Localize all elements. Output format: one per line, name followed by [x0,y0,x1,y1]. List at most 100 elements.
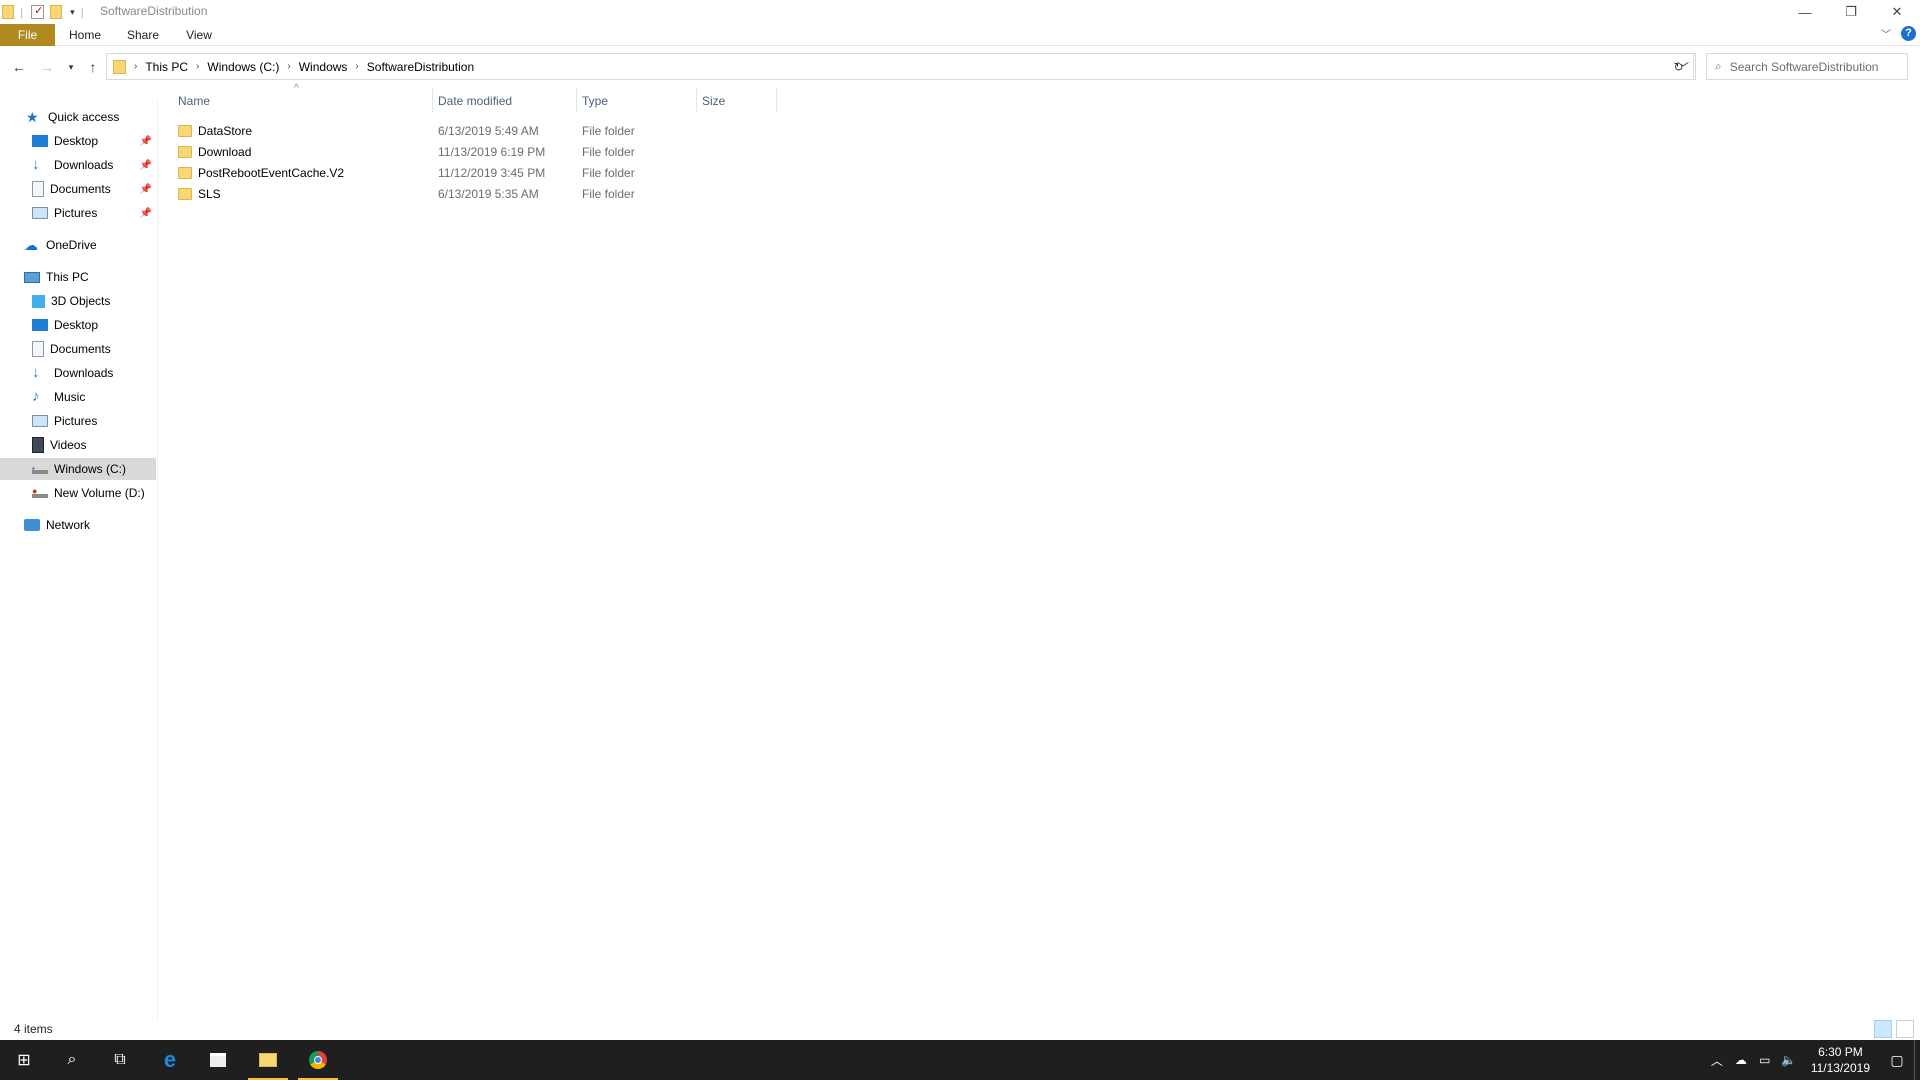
refresh-icon: ↻ [1673,59,1684,74]
customize-qat-icon[interactable]: ▾ [70,7,75,18]
refresh-button[interactable]: ↻ [1664,53,1694,80]
system-tray: ︿ ☁ ▭ 🔈 6:30 PM 11/13/2019 ▢ [1705,1040,1920,1080]
nav-label: Pictures [54,206,98,220]
volume-icon[interactable]: 🔈 [1777,1053,1801,1067]
nav-this-pc[interactable]: This PC [0,266,156,288]
nav-quick-pictures[interactable]: Pictures 📌 [0,202,156,224]
store-button[interactable] [194,1040,242,1080]
chrome-button[interactable] [294,1040,342,1080]
address-bar[interactable]: › This PC › Windows (C:) › Windows › Sof… [106,53,1696,80]
tab-view[interactable]: View [176,24,222,46]
file-type: File folder [582,186,635,201]
nav-network[interactable]: Network [0,514,156,536]
file-row[interactable]: DataStore 6/13/2019 5:49 AM File folder [172,120,772,141]
windows-logo-icon: ⊞ [17,1052,31,1069]
breadcrumb-windows[interactable]: Windows [299,60,348,74]
expand-ribbon-icon[interactable]: ﹀ [1881,26,1891,41]
breadcrumb-separator-icon[interactable]: › [196,61,199,72]
search-icon: ⌕ [67,1051,77,1068]
chrome-icon [309,1051,327,1069]
forward-button[interactable]: → [38,58,56,76]
breadcrumb-separator-icon[interactable]: › [287,61,290,72]
nav-label: Music [54,390,86,404]
nav-label: OneDrive [46,238,97,252]
breadcrumb-this-pc[interactable]: This PC [145,60,188,74]
file-name: PostRebootEventCache.V2 [198,165,345,180]
task-view-button[interactable]: ⧉ [96,1040,144,1080]
new-folder-icon[interactable] [50,5,63,19]
column-header-type[interactable]: Type [576,89,696,113]
tab-file[interactable]: File [0,24,55,46]
back-button[interactable]: ← [10,58,28,76]
nav-music[interactable]: ♪ Music [0,386,156,408]
breadcrumb-windows-c[interactable]: Windows (C:) [207,60,279,74]
breadcrumb-softwaredistribution[interactable]: SoftwareDistribution [367,60,474,74]
file-row[interactable]: SLS 6/13/2019 5:35 AM File folder [172,183,772,204]
nav-label: Documents [50,182,111,196]
onedrive-cloud-icon[interactable]: ☁ [1729,1053,1753,1067]
breadcrumb-separator-icon[interactable]: › [134,61,137,72]
clock-date: 11/13/2019 [1810,1061,1870,1075]
search-button[interactable]: ⌕ [48,1040,96,1080]
pin-icon[interactable]: 📌 [140,184,152,195]
file-row[interactable]: PostRebootEventCache.V2 11/12/2019 3:45 … [172,162,772,183]
breadcrumb-separator-icon[interactable]: › [355,61,358,72]
search-box[interactable]: ⌕ Search SoftwareDistribution [1706,53,1908,80]
nav-label: This PC [46,270,89,284]
folder-icon [178,166,192,179]
start-button[interactable]: ⊞ [0,1040,48,1080]
up-arrow-icon: ↑ [89,59,97,75]
help-icon[interactable]: ? [1901,26,1916,41]
column-header-date[interactable]: Date modified [432,89,576,113]
file-name: DataStore [198,123,253,138]
network-icon[interactable]: ▭ [1753,1053,1777,1067]
nav-desktop[interactable]: Desktop [0,314,156,336]
action-center-icon[interactable]: ▢ [1880,1052,1914,1069]
pin-icon[interactable]: 📌 [140,136,152,147]
nav-label: 3D Objects [51,294,111,308]
nav-downloads[interactable]: ↓ Downloads [0,362,156,384]
nav-new-volume-d[interactable]: ● New Volume (D:) [0,482,156,504]
details-view-button[interactable] [1874,1020,1892,1038]
file-explorer-button[interactable] [244,1040,292,1080]
column-header-name[interactable]: Name [172,89,432,113]
minimize-button[interactable]: — [1782,0,1828,24]
download-arrow-icon: ↓ [32,156,40,173]
up-button[interactable]: ↑ [84,58,102,76]
show-hidden-icons-icon[interactable]: ︿ [1705,1052,1729,1069]
close-button[interactable]: ✕ [1874,0,1920,24]
column-header-size[interactable]: Size [696,89,776,113]
folder-icon [178,124,192,137]
nav-documents[interactable]: Documents [0,338,156,360]
file-row[interactable]: Download 11/13/2019 6:19 PM File folder [172,141,772,162]
nav-quick-documents[interactable]: Documents 📌 [0,178,156,200]
quick-access-toolbar: | ✓ ▾ | [0,0,84,24]
nav-windows-c[interactable]: ▪ Windows (C:) [0,458,156,480]
tab-share[interactable]: Share [120,24,166,46]
nav-quick-downloads[interactable]: ↓ Downloads 📌 [0,154,156,176]
item-count: 4 items [14,1022,53,1036]
navigation-pane: ★ Quick access Desktop 📌 ↓ Downloads 📌 D… [0,100,158,1020]
nav-onedrive[interactable]: ☁ OneDrive [0,234,156,256]
large-icons-view-button[interactable] [1896,1020,1914,1038]
download-arrow-icon: ↓ [32,364,40,381]
nav-3d-objects[interactable]: 3D Objects [0,290,156,312]
restore-button[interactable]: ❐ [1828,0,1874,24]
network-icon [24,519,40,531]
tab-home[interactable]: Home [62,24,108,46]
pin-icon[interactable]: 📌 [140,208,152,219]
properties-icon[interactable]: ✓ [31,5,45,19]
show-desktop-button[interactable] [1914,1040,1920,1080]
column-divider[interactable] [776,89,777,113]
nav-quick-access[interactable]: ★ Quick access [0,106,156,128]
nav-label: Downloads [54,366,114,380]
nav-pictures[interactable]: Pictures [0,410,156,432]
pane-divider[interactable] [157,100,158,1020]
nav-quick-desktop[interactable]: Desktop 📌 [0,130,156,152]
nav-videos[interactable]: Videos [0,434,156,456]
clock[interactable]: 6:30 PM 11/13/2019 [1811,1044,1870,1076]
nav-label: Videos [50,438,87,452]
pin-icon[interactable]: 📌 [140,160,152,171]
recent-locations-button[interactable]: ▾ [62,58,80,76]
edge-button[interactable]: e [146,1040,194,1080]
